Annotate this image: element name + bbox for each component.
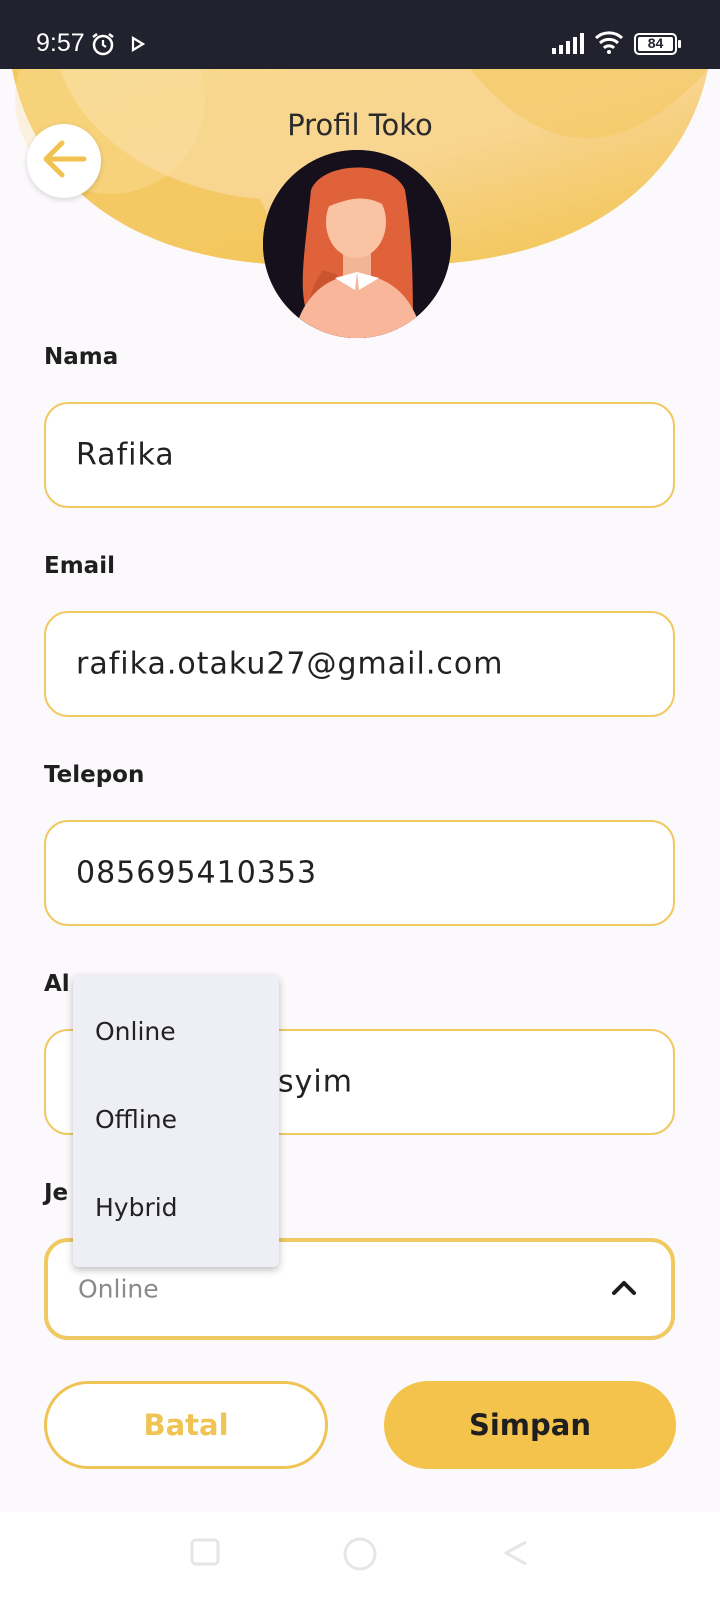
dropdown-option-online[interactable]: Online [95, 1017, 176, 1046]
signal-icon [552, 32, 586, 58]
phone-value: 085695410353 [76, 855, 318, 891]
phone-field[interactable]: 085695410353 [44, 820, 675, 926]
dropdown-option-offline[interactable]: Offline [95, 1105, 177, 1134]
recent-apps-icon[interactable] [190, 1538, 220, 1570]
status-bar: 9:57 84 [0, 0, 720, 69]
name-label: Nama [44, 344, 119, 370]
chevron-up-icon[interactable] [611, 1278, 637, 1300]
dropdown-option-hybrid[interactable]: Hybrid [95, 1193, 178, 1222]
phone-label: Telepon [44, 762, 145, 788]
battery-level: 84 [647, 35, 664, 51]
save-button[interactable]: Simpan [384, 1381, 676, 1469]
email-field[interactable]: rafika.otaku27@gmail.com [44, 611, 675, 717]
wifi-icon [594, 30, 624, 58]
play-icon [131, 36, 146, 56]
system-nav-bar [0, 1512, 720, 1600]
address-label: Al [44, 971, 70, 997]
cancel-button[interactable]: Batal [44, 1381, 328, 1469]
type-selected-value: Online [78, 1274, 159, 1304]
address-value: syim [278, 1064, 353, 1100]
name-field[interactable]: Rafika [44, 402, 675, 508]
back-nav-icon[interactable] [502, 1538, 530, 1572]
home-icon[interactable] [342, 1536, 378, 1576]
type-label: Je [44, 1180, 69, 1206]
back-button[interactable] [27, 124, 101, 198]
status-time: 9:57 [36, 29, 85, 57]
email-label: Email [44, 553, 115, 579]
name-value: Rafika [76, 437, 175, 473]
arrow-left-icon [40, 139, 88, 183]
email-value: rafika.otaku27@gmail.com [76, 646, 504, 682]
type-dropdown-menu: Online Offline Hybrid [73, 975, 279, 1267]
alarm-icon [90, 31, 116, 61]
page-title: Profil Toko [287, 108, 433, 142]
avatar[interactable] [263, 150, 451, 338]
